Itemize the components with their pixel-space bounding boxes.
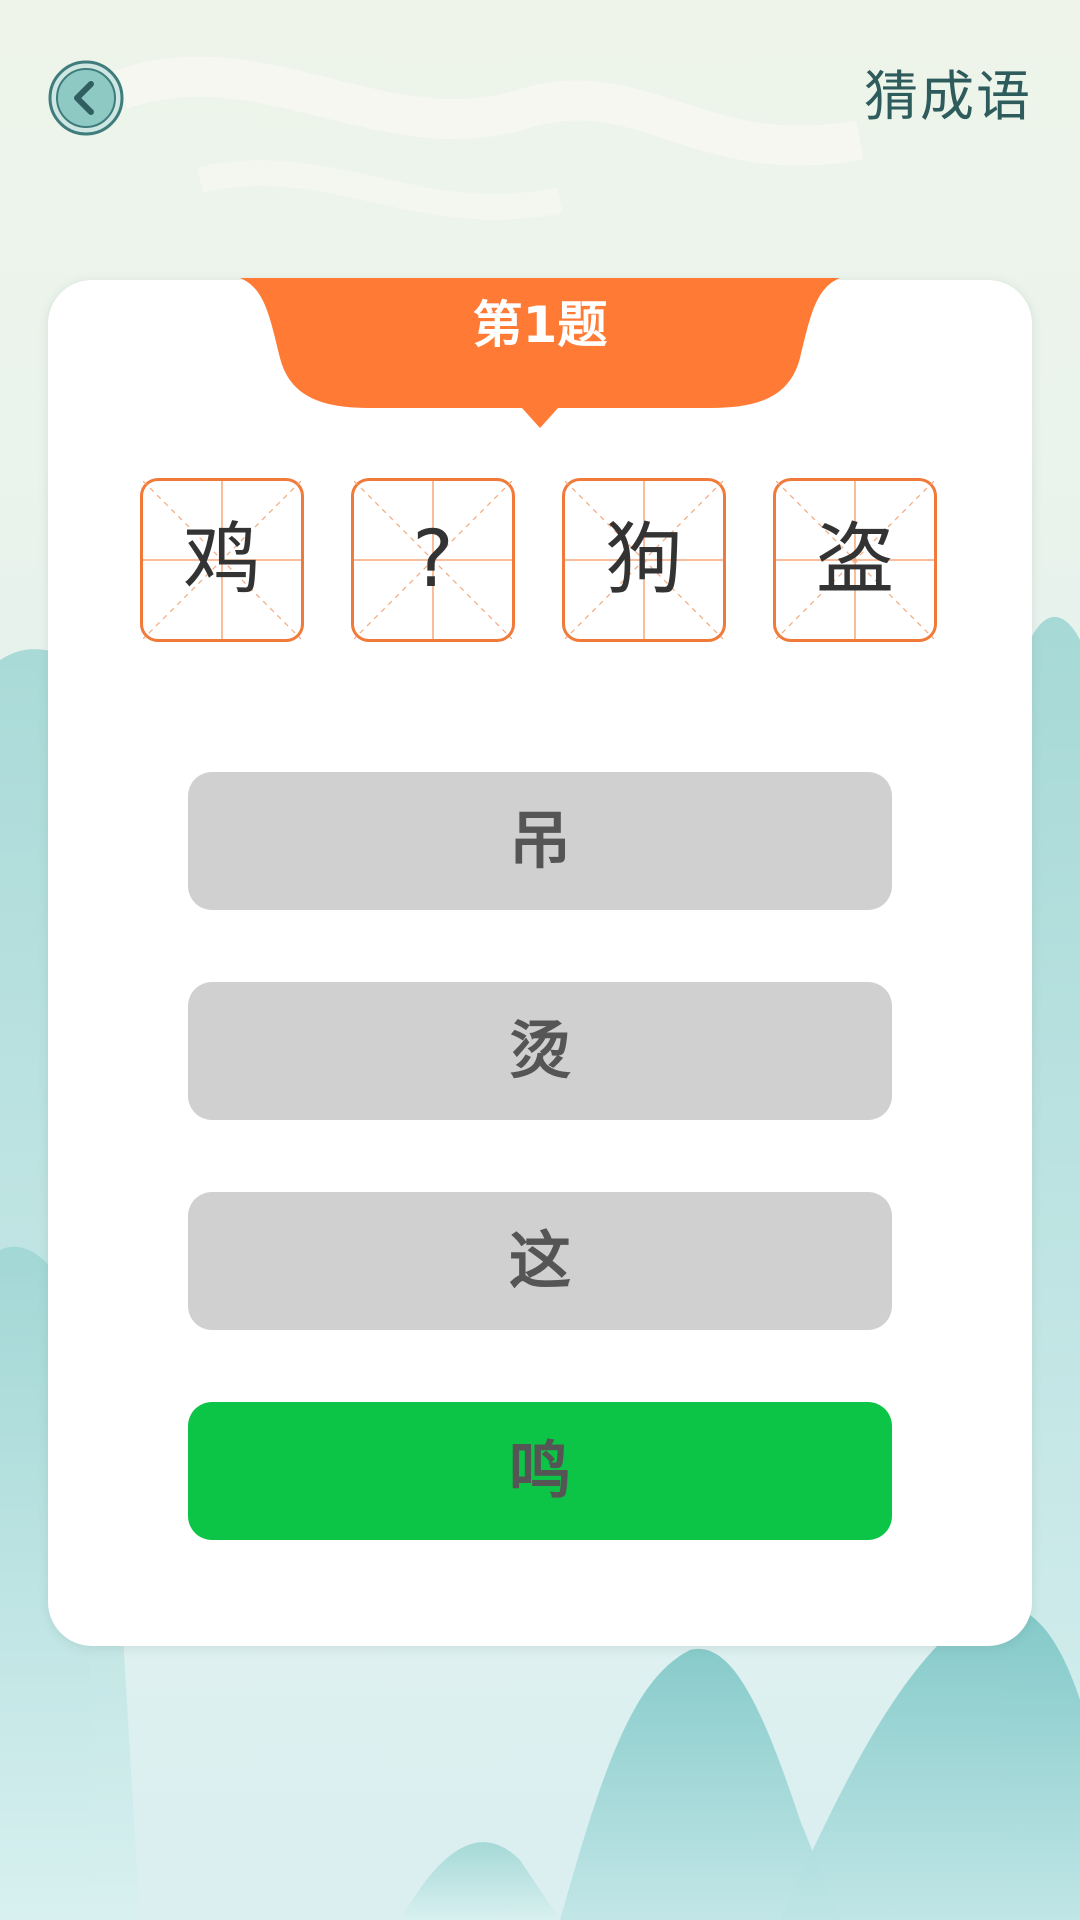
idiom-char-box: 狗 <box>562 478 726 642</box>
back-button[interactable] <box>48 60 124 136</box>
idiom-character-row: 鸡 ? 狗 盗 <box>140 478 940 644</box>
idiom-char-box: 盗 <box>773 478 937 642</box>
idiom-char-box-blank: ? <box>351 478 515 642</box>
question-number: 第1题 <box>472 296 608 354</box>
idiom-char-box: 鸡 <box>140 478 304 642</box>
answer-option-button-correct[interactable]: 鸣 <box>188 1402 892 1540</box>
answer-option-button[interactable]: 吊 <box>188 772 892 910</box>
answer-option-button[interactable]: 这 <box>188 1192 892 1330</box>
chevron-left-icon <box>48 60 124 136</box>
idiom-char: 盗 <box>815 515 894 605</box>
idiom-char-missing: ? <box>412 515 454 605</box>
idiom-char: 鸡 <box>182 515 261 605</box>
question-card: 第1题 鸡 ? 狗 盗 吊 烫 这 鸣 <box>48 278 1032 1646</box>
idiom-char: 狗 <box>604 515 683 605</box>
page-title: 猜成语 <box>864 65 1032 128</box>
question-ribbon: 第1题 <box>240 278 840 433</box>
answer-option-button[interactable]: 烫 <box>188 982 892 1120</box>
